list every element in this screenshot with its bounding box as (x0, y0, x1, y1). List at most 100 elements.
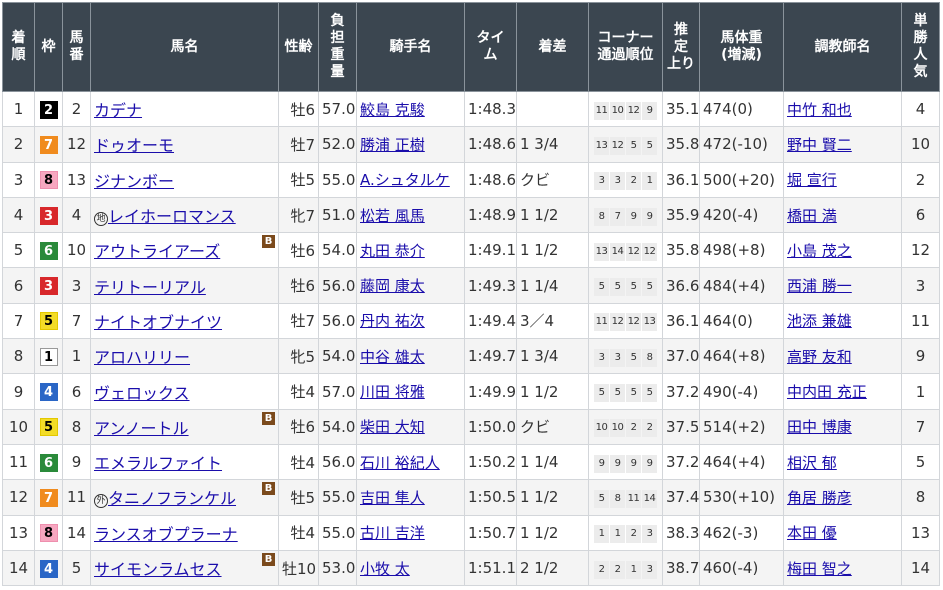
horse-number-cell: 6 (62, 373, 91, 410)
corner-group: 5 8 11 14 (594, 489, 657, 508)
body-weight-cell: 464(0) (699, 302, 784, 340)
jockey-link[interactable]: 柴田 大知 (360, 418, 425, 436)
trainer-link[interactable]: 中内田 充正 (787, 383, 867, 401)
jockey-link[interactable]: A.シュタルケ (360, 171, 450, 189)
horse-link[interactable]: テリトーリアル (94, 278, 206, 297)
weight-cell: 54.0 (318, 408, 357, 445)
trainer-cell: 池添 兼雄 (783, 302, 902, 340)
body-weight-cell: 498(+8) (699, 232, 784, 269)
jockey-link[interactable]: 勝浦 正樹 (360, 136, 425, 154)
corner-cell: 10 10 2 2 (588, 408, 663, 445)
horse-link[interactable]: アロハリリー (94, 348, 190, 367)
body-weight-cell: 472(-10) (699, 126, 784, 163)
time-cell: 1:50.5 (464, 479, 517, 516)
waku-badge: 5 (39, 418, 58, 437)
corner-position: 14 (610, 242, 625, 261)
jockey-link[interactable]: 藤岡 康太 (360, 277, 425, 295)
trainer-cell: 野中 賢二 (783, 126, 902, 163)
sex-age-cell: 牡6 (278, 232, 319, 269)
rank-cell: 14 (2, 549, 35, 587)
horse-link[interactable]: ナイトオブナイツ (94, 313, 222, 332)
jockey-link[interactable]: 丸田 恭介 (360, 242, 425, 260)
table-row: 6 3 3 テリトーリアル 牡6 56.0 藤岡 康太 1:49.3 1 1/4 5 5 5 5 36.6… (2, 267, 940, 304)
margin-cell: 1 3/4 (516, 126, 589, 163)
trainer-cell: 角居 勝彦 (783, 479, 902, 516)
jockey-link[interactable]: 古川 吉洋 (360, 524, 425, 542)
jockey-link[interactable]: 川田 将雅 (360, 383, 425, 401)
trainer-link[interactable]: 西浦 勝一 (787, 277, 852, 295)
trainer-link[interactable]: 相沢 郁 (787, 454, 837, 472)
jockey-link[interactable]: 鮫島 克駿 (360, 101, 425, 119)
table-row: 2 7 12 ドゥオーモ 牡7 52.0 勝浦 正樹 1:48.6 1 3/4 13 12 5 5 35.… (2, 126, 940, 163)
header-last-3f: 推定上り (662, 2, 700, 92)
popularity-cell: 11 (901, 302, 940, 340)
horse-number-cell: 9 (62, 443, 91, 481)
corner-position: 12 (626, 313, 641, 332)
time-cell: 1:49.7 (464, 338, 517, 375)
horse-link[interactable]: ジナンボー (94, 172, 174, 191)
last-3f-cell: 36.6 (662, 267, 700, 304)
trainer-link[interactable]: 田中 博康 (787, 418, 852, 436)
horse-link[interactable]: ヴェロックス (94, 384, 190, 403)
table-row: 12 7 11 外タニノフランケル B 牡5 55.0 吉田 隼人 1:50.5 1 1/2 5 8 1… (2, 479, 940, 516)
horse-name-cell: アウトライアーズ B (90, 232, 279, 269)
jockey-link[interactable]: 丹内 祐次 (360, 312, 425, 330)
rank-cell: 6 (2, 267, 35, 304)
trainer-link[interactable]: 野中 賢二 (787, 136, 852, 154)
corner-group: 5555 (594, 278, 657, 297)
waku-cell: 7 (34, 126, 63, 163)
jockey-link[interactable]: 松若 風馬 (360, 207, 425, 225)
corner-group: 3321 (594, 172, 657, 191)
header-text: 上り (667, 55, 695, 72)
sex-age-cell: 牡7 (278, 302, 319, 340)
rank-cell: 11 (2, 443, 35, 481)
weight-cell: 56.0 (318, 443, 357, 481)
horse-number-cell: 12 (62, 126, 91, 163)
horse-link[interactable]: アンノートル (94, 419, 189, 438)
trainer-link[interactable]: 梅田 智之 (787, 560, 852, 578)
horse-link[interactable]: エメラルファイト (94, 454, 222, 473)
corner-position: 5 (642, 136, 657, 155)
trainer-link[interactable]: 角居 勝彦 (787, 489, 852, 507)
header-text: 単 (913, 13, 928, 29)
horse-link[interactable]: サイモンラムセス (94, 560, 222, 579)
trainer-link[interactable]: 池添 兼雄 (787, 312, 852, 330)
margin-cell: 1 3/4 (516, 338, 589, 375)
rank-cell: 10 (2, 408, 35, 445)
header-time: タイム (464, 2, 517, 92)
trainer-link[interactable]: 小島 茂之 (787, 242, 852, 260)
popularity-cell: 6 (901, 196, 940, 234)
trainer-link[interactable]: 堀 宣行 (787, 171, 837, 189)
corner-position: 13 (594, 136, 609, 155)
trainer-link[interactable]: 中竹 和也 (787, 101, 852, 119)
horse-number-cell: 13 (62, 161, 91, 198)
horse-link[interactable]: カデナ (94, 101, 142, 120)
sex-age-cell: 牝5 (278, 338, 319, 375)
horse-link[interactable]: アウトライアーズ (94, 242, 220, 261)
jockey-link[interactable]: 中谷 雄太 (360, 348, 425, 366)
corner-position: 9 (642, 101, 657, 120)
sex-age-cell: 牡5 (278, 479, 319, 516)
popularity-cell: 14 (901, 549, 940, 587)
trainer-link[interactable]: 高野 友和 (787, 348, 852, 366)
horse-link[interactable]: ランスオブプラーナ (94, 525, 238, 544)
jockey-link[interactable]: 吉田 隼人 (360, 489, 425, 507)
trainer-link[interactable]: 本田 優 (787, 524, 837, 542)
horse-link[interactable]: レイホーロマンス (108, 207, 236, 226)
corner-position: 13 (594, 242, 609, 261)
jockey-link[interactable]: 石川 裕紀人 (360, 454, 440, 472)
margin-cell: 1 1/2 (516, 514, 589, 551)
corner-position: 8 (642, 348, 657, 367)
waku-badge: 4 (39, 383, 58, 402)
corner-position: 10 (610, 419, 625, 438)
trainer-link[interactable]: 橋田 満 (787, 207, 837, 225)
rank-cell: 4 (2, 196, 35, 234)
header-trainer: 調教師名 (783, 2, 902, 92)
jockey-link[interactable]: 小牧 太 (360, 560, 410, 578)
horse-link[interactable]: ドゥオーモ (94, 136, 174, 155)
corner-group: 9999 (594, 454, 657, 473)
horse-link[interactable]: タニノフランケル (108, 489, 236, 508)
popularity-cell: 2 (901, 161, 940, 198)
sex-age-cell: 牡7 (278, 126, 319, 163)
time-cell: 1:50.2 (464, 443, 517, 481)
